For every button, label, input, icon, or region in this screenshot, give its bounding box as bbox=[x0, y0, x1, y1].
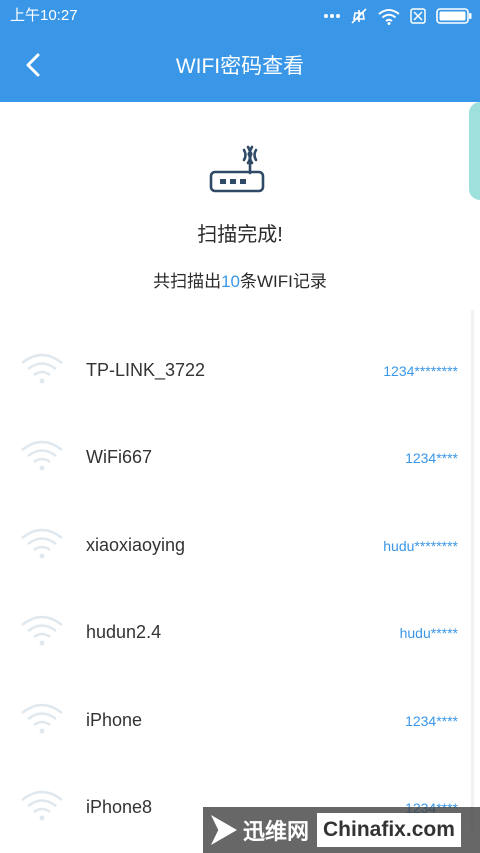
watermark: 迅维网 Chinafix.com bbox=[203, 807, 480, 853]
wifi-ssid: xiaoxiaoying bbox=[86, 534, 186, 555]
status-time: 上午10:27 bbox=[10, 7, 78, 24]
wifi-icon bbox=[20, 613, 64, 649]
wifi-list: TP-LINK_3722 1234******** WiFi667 1234**… bbox=[0, 328, 470, 852]
wifi-ssid: TP-LINK_3722 bbox=[86, 360, 206, 380]
status-bar: 上午10:27 bbox=[0, 0, 480, 32]
side-drawer-handle[interactable] bbox=[469, 102, 480, 200]
wifi-list-item[interactable]: TP-LINK_3722 1234******** bbox=[0, 328, 470, 415]
summary-prefix: 共扫描出 bbox=[153, 272, 222, 291]
wifi-ssid: iPhone bbox=[86, 709, 143, 730]
watermark-site: Chinafix.com bbox=[317, 813, 461, 847]
sim-icon bbox=[410, 8, 426, 24]
wifi-list-item[interactable]: hudun2.4 hudu***** bbox=[0, 590, 470, 677]
wifi-list-item[interactable]: iPhone 1234**** bbox=[0, 678, 470, 765]
wifi-icon bbox=[20, 701, 64, 737]
wifi-ssid: WiFi667 bbox=[86, 447, 153, 468]
wifi-password: hudu******** bbox=[383, 537, 458, 554]
wifi-list-item[interactable]: WiFi667 1234**** bbox=[0, 415, 470, 502]
wifi-password: 1234******** bbox=[383, 363, 458, 379]
wifi-ssid: iPhone8 bbox=[86, 796, 153, 817]
scan-status: 扫描完成! bbox=[197, 224, 283, 246]
scrollbar-track[interactable] bbox=[471, 310, 474, 830]
wifi-password: 1234**** bbox=[405, 450, 458, 467]
wifi-icon bbox=[20, 351, 64, 387]
mute-icon bbox=[350, 7, 368, 25]
status-icons bbox=[324, 5, 472, 27]
more-icon bbox=[324, 13, 340, 19]
wifi-list-item[interactable]: xiaoxiaoying hudu******** bbox=[0, 503, 470, 590]
router-icon bbox=[207, 142, 269, 196]
wifi-password: 1234**** bbox=[405, 712, 458, 729]
wifi-icon bbox=[20, 438, 64, 474]
wifi-icon bbox=[20, 788, 64, 824]
wifi-password: hudu***** bbox=[399, 625, 458, 642]
record-count: 10 bbox=[221, 272, 241, 291]
page-title: WIFI密码查看 bbox=[175, 55, 305, 78]
title-bar: WIFI密码查看 bbox=[0, 32, 480, 102]
battery-icon bbox=[436, 8, 472, 24]
summary-suffix: 条WIFI记录 bbox=[240, 272, 327, 291]
watermark-brand: 迅维网 bbox=[243, 819, 310, 844]
wifi-icon bbox=[20, 526, 64, 562]
wifi-ssid: hudun2.4 bbox=[86, 622, 162, 643]
wifi-signal-icon bbox=[378, 8, 400, 25]
watermark-logo-icon bbox=[211, 815, 237, 845]
scan-summary: 共扫描出10条WIFI记录 bbox=[0, 267, 480, 292]
